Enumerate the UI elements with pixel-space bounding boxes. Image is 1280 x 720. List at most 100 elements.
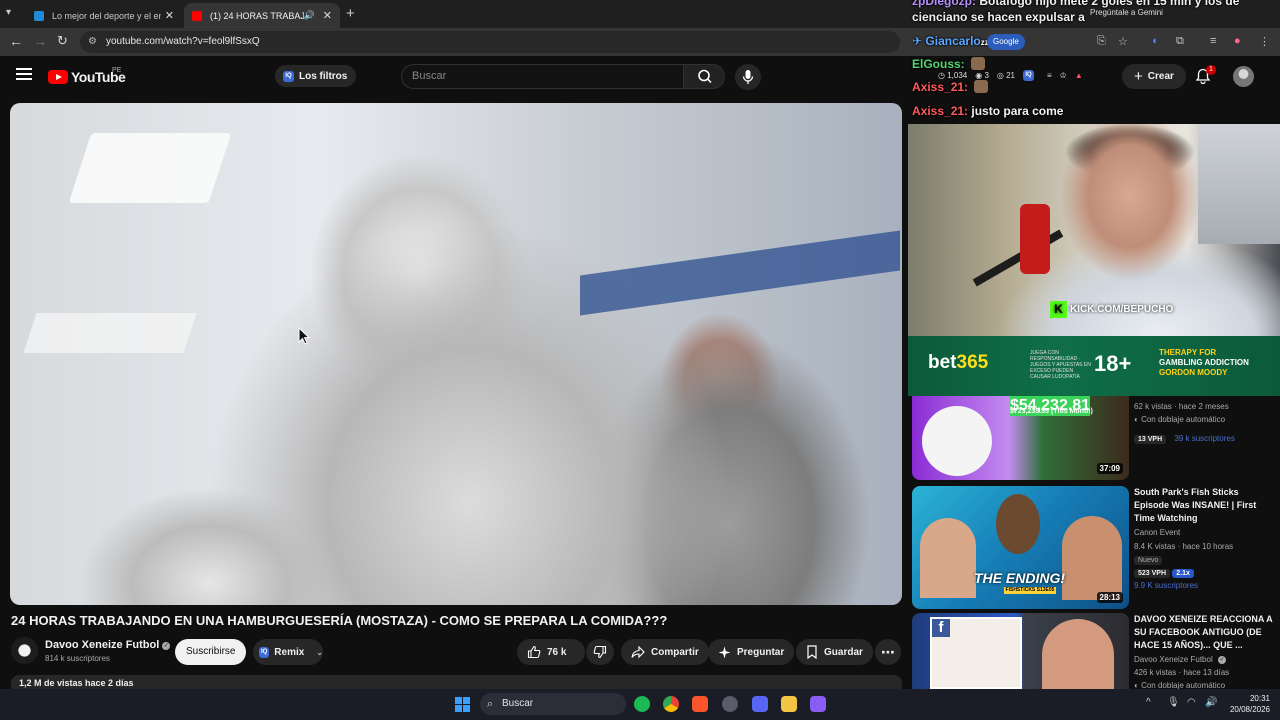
save-label: Guardar <box>824 646 863 658</box>
microphone-tray-icon[interactable]: 🎙 <box>1167 697 1180 708</box>
menu-icon[interactable] <box>16 68 32 80</box>
thumbnail-subline: $723,235.55 (This Month) <box>1010 408 1093 415</box>
site-info-icon[interactable]: ⚙ <box>88 31 97 53</box>
thumbnail-subline: FISHSTICKS S13E05 <box>1004 587 1056 594</box>
chat-text: Botafogo hijo mete 2 goles en 15 min y l… <box>979 0 1240 8</box>
discord-icon[interactable] <box>752 696 768 712</box>
video-thumbnail[interactable]: f <box>912 613 1129 689</box>
chat-message: Axiss_21: <box>912 80 989 94</box>
like-button[interactable]: 76 k <box>517 639 585 665</box>
chat-user: ElGouss: <box>912 57 965 71</box>
chat-emote-icon <box>971 57 986 70</box>
kick-channel-tag: K KICK.COM/BEPUCHO <box>1050 301 1173 318</box>
browser-menu-icon[interactable]: ⋮ <box>1259 35 1270 48</box>
thumbs-down-icon <box>593 645 607 659</box>
extensions-puzzle-icon[interactable]: ⧉ <box>1176 35 1184 48</box>
filters-button[interactable]: IQ Los filtros <box>275 65 357 87</box>
channel-subs: 9.9 K suscriptores <box>1134 581 1199 590</box>
video-title[interactable]: South Park's Fish Sticks Episode Was INS… <box>1134 486 1274 525</box>
video-thumbnail[interactable]: $54,232.81 $723,235.55 (This Month) 37:0… <box>912 396 1129 480</box>
chrome-icon[interactable] <box>663 696 679 712</box>
account-avatar[interactable] <box>1233 66 1254 87</box>
award-icon[interactable]: ♔ <box>1060 71 1067 80</box>
save-button[interactable]: Guardar <box>796 639 873 665</box>
channel-avatar[interactable] <box>11 637 38 664</box>
channel-name-text: Davoo Xeneize Futbol <box>45 639 160 651</box>
close-tab-icon[interactable]: ✕ <box>165 9 174 22</box>
cast-icon[interactable]: ⎘ <box>1097 35 1106 48</box>
channel-name[interactable]: Davoo Xeneize Futbol ✓ <box>1134 655 1226 664</box>
spotify-icon[interactable] <box>634 696 650 712</box>
youtube-play-icon <box>48 70 68 84</box>
clock-date: 20/08/2026 <box>1229 705 1270 714</box>
windows-start-icon[interactable] <box>455 697 470 712</box>
share-arrow-icon <box>631 645 645 659</box>
media-controls-icon[interactable]: ≡ <box>1210 35 1216 47</box>
thumbs-up-icon <box>527 645 541 659</box>
ask-button[interactable]: Preguntar <box>708 639 795 665</box>
create-button[interactable]: + Crear <box>1122 64 1186 89</box>
chevron-down-icon[interactable]: ⌄ <box>316 648 323 657</box>
alert-icon[interactable]: ▲ <box>1075 71 1083 80</box>
channel-name[interactable]: Canon Event <box>1134 528 1180 537</box>
cartoon-character-image <box>996 494 1040 554</box>
file-explorer-icon[interactable] <box>781 696 797 712</box>
more-actions-icon[interactable]: ⋯ <box>875 639 901 665</box>
video-stats: 13 VPH 39 k suscriptores <box>1134 434 1235 444</box>
video-thumbnail[interactable]: THE ENDING! FISHSTICKS S13E05 28:13 <box>912 486 1129 609</box>
brave-icon[interactable] <box>692 696 708 712</box>
video-views: 426 k vistas · hace 13 días <box>1134 668 1230 677</box>
taskbar-clock[interactable]: 20:31 20/08/2026 <box>1226 693 1270 715</box>
related-video-3[interactable]: f DAVOO XENEIZE REACCIONA A SU FACEBOOK … <box>912 613 1280 690</box>
address-bar[interactable]: ⚙ youtube.com/watch?v=feol9lfSsxQ <box>80 31 900 53</box>
forward-icon[interactable]: → <box>33 33 47 49</box>
search-input[interactable]: Buscar <box>401 64 683 89</box>
related-video-2[interactable]: THE ENDING! FISHSTICKS S13E05 28:13 Sout… <box>912 486 1280 610</box>
profile-icon[interactable]: ● <box>1234 35 1241 47</box>
volume-icon[interactable]: 🔊 <box>1205 697 1217 708</box>
browser-tab-1[interactable]: Lo mejor del deporte y el entre ✕ <box>26 3 182 28</box>
wifi-icon[interactable]: ◠ <box>1187 697 1196 708</box>
chat-text: cienciano se hacen expulsar a <box>912 10 1085 24</box>
reload-icon[interactable]: ↻ <box>57 33 68 49</box>
browser-tab-2[interactable]: (1) 24 HORAS TRABAJANDO 🔊 ✕ <box>184 3 340 28</box>
microphone-icon <box>742 70 754 84</box>
video-frame-detail <box>23 313 197 353</box>
description-box[interactable]: 1,2 M de vistas hace 2 días <box>11 675 902 689</box>
gemini-hint[interactable]: Pregúntale a Gemini <box>1090 8 1163 17</box>
search-icon <box>698 69 712 84</box>
remix-button[interactable]: IQ Remix ⌄ <box>253 639 323 665</box>
sort-icon[interactable]: ≡ <box>1047 71 1052 80</box>
video-frame-detail <box>68 133 232 203</box>
google-chip[interactable]: Google <box>987 34 1025 50</box>
channel-name[interactable]: Davoo Xeneize Futbol ✓ <box>45 639 171 651</box>
bookmark-star-icon[interactable]: ☆ <box>1118 35 1128 48</box>
app-grid-icon[interactable] <box>810 696 826 712</box>
video-player[interactable] <box>10 103 902 605</box>
related-video-1[interactable]: $54,232.81 $723,235.55 (This Month) 37:0… <box>912 396 1280 484</box>
voice-search-button[interactable] <box>735 64 761 90</box>
tab-search-icon[interactable]: ▾ <box>6 7 11 18</box>
iq-icon[interactable]: IQ <box>1023 70 1034 81</box>
extension-icon[interactable]: ◖ <box>1151 35 1158 47</box>
subscribe-button[interactable]: Suscribirse <box>175 639 247 665</box>
reactor-face-image <box>1042 619 1114 689</box>
age-rating: 18+ <box>1094 351 1132 376</box>
new-tab-icon[interactable]: + <box>346 5 355 22</box>
close-tab-icon[interactable]: ✕ <box>323 9 332 22</box>
taskbar-search[interactable]: ⌕ Buscar <box>480 693 626 715</box>
speaker-icon[interactable]: 🔊 <box>304 10 315 21</box>
steam-icon[interactable] <box>722 696 738 712</box>
dub-icon: ◐ <box>1134 415 1139 424</box>
clock-time: 20:31 <box>1249 694 1270 703</box>
dislike-button[interactable] <box>586 639 614 665</box>
filters-label: Los filtros <box>299 70 348 82</box>
share-button[interactable]: Compartir <box>621 639 709 665</box>
search-button[interactable] <box>683 64 725 89</box>
vph-chip: 13 VPH <box>1134 435 1167 444</box>
iq-icon: IQ <box>259 646 270 658</box>
tray-chevron-up-icon[interactable]: ^ <box>1146 697 1151 708</box>
back-icon[interactable]: ← <box>9 33 23 49</box>
browser-toolbar: ← → ↻ ⚙ youtube.com/watch?v=feol9lfSsxQ … <box>0 28 1280 56</box>
video-title[interactable]: DAVOO XENEIZE REACCIONA A SU FACEBOOK AN… <box>1134 613 1274 652</box>
